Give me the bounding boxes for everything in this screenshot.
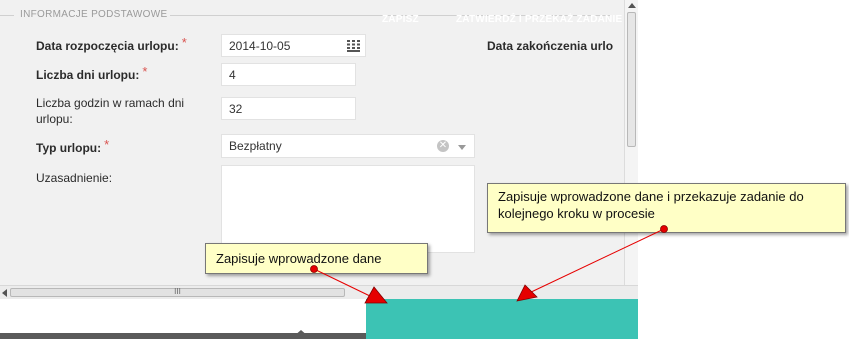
type-label: Typ urlopu: *: [36, 137, 110, 155]
horizontal-scroll-thumb[interactable]: III: [10, 288, 345, 297]
hours-label: Liczba godzin w ramach dni urlopu:: [36, 96, 185, 126]
section-divider: [0, 15, 14, 16]
required-mark: *: [104, 137, 110, 152]
scroll-left-icon[interactable]: [2, 289, 7, 297]
section-title: INFORMACJE PODSTAWOWE: [20, 9, 168, 20]
approve-and-forward-button[interactable]: ZATWIERDŹ I PRZEKAŻ ZADANIE: [456, 0, 622, 40]
justification-label: Uzasadnienie:: [36, 171, 113, 185]
chevron-down-icon[interactable]: [458, 145, 466, 150]
save-button[interactable]: ZAPISZ: [382, 0, 419, 40]
leave-type-select[interactable]: Bezpłatny ✕: [221, 134, 475, 158]
bottom-bar: [0, 333, 366, 339]
days-input[interactable]: 4: [221, 63, 356, 86]
vertical-scroll-thumb[interactable]: [627, 12, 636, 147]
required-mark: *: [142, 64, 148, 79]
horizontal-scrollbar[interactable]: III: [0, 285, 638, 299]
calendar-icon[interactable]: [347, 40, 360, 52]
collapse-handle-icon[interactable]: [294, 330, 308, 336]
action-bar: [366, 299, 638, 339]
start-date-label: Data rozpoczęcia urlopu: *: [36, 35, 187, 53]
vertical-scrollbar[interactable]: [624, 0, 638, 285]
clear-icon[interactable]: ✕: [437, 140, 449, 152]
approve-tooltip: Zapisuje wprowadzone dane i przekazuje z…: [487, 183, 846, 233]
required-mark: *: [181, 35, 187, 50]
justification-textarea[interactable]: [221, 165, 475, 253]
end-date-label: Data zakończenia urlo: [487, 39, 614, 53]
days-label: Liczba dni urlopu: *: [36, 64, 148, 82]
scroll-up-icon[interactable]: [628, 3, 636, 8]
start-date-input[interactable]: 2014-10-05: [221, 34, 366, 57]
hours-input[interactable]: 32: [221, 97, 356, 120]
save-tooltip: Zapisuje wprowadzone dane: [205, 243, 428, 274]
